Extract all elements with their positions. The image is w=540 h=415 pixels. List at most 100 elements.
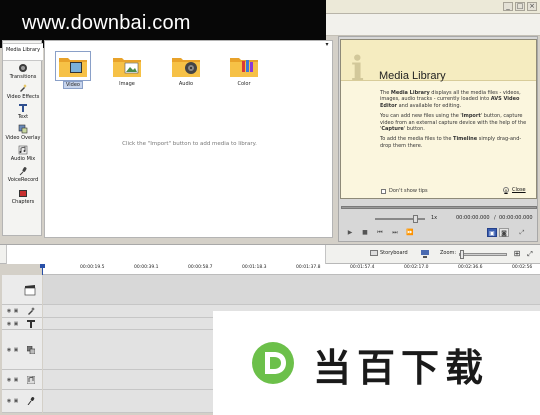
zoom-knob[interactable] <box>460 250 464 259</box>
window-controls: _ □ × <box>503 2 537 11</box>
monitor-icon[interactable]: ▣ <box>487 228 497 237</box>
zoom-slider[interactable] <box>459 253 507 256</box>
media-tile-image[interactable]: Image <box>109 52 145 87</box>
logo-mark-icon <box>252 342 294 384</box>
tip-title: Media Library <box>379 70 446 82</box>
storyboard-label: Storyboard <box>380 250 408 256</box>
play-icon[interactable]: ▶ <box>345 228 355 237</box>
media-tile-label: Color <box>237 81 251 87</box>
fullscreen-icon[interactable]: ⤢ <box>517 228 527 237</box>
voice-record-icon <box>19 167 27 176</box>
tip-text: The <box>380 90 391 96</box>
next-frame-icon[interactable]: ⏭ <box>390 228 400 237</box>
fast-forward-icon[interactable]: ⏩ <box>405 228 415 237</box>
ruler-tick: 00:01:18.3 <box>242 265 267 270</box>
sidebar-item-label: VoiceRecord <box>7 177 39 183</box>
sidebar-item-video-overlay[interactable]: Video Overlay <box>3 124 43 141</box>
tip-text: and available for editing. <box>397 102 462 109</box>
storyboard-toggle[interactable]: Storyboard <box>370 250 408 256</box>
playhead[interactable] <box>42 266 43 275</box>
sidebar-item-audio-mix[interactable]: Audio Mix <box>3 145 43 162</box>
media-tile-video[interactable]: Video <box>55 51 91 89</box>
media-library-panel: ▾ Video Image Audio Color Click the "Imp… <box>44 40 333 238</box>
eye-icon[interactable]: ◉ <box>6 321 12 327</box>
track-header-video <box>2 275 42 305</box>
media-tile-label: Image <box>119 81 135 87</box>
snapshot-icon[interactable]: ◙ <box>499 228 509 237</box>
ruler-tick: 00:02:36.6 <box>458 265 483 270</box>
tip-text-bold: Timeline <box>453 136 478 143</box>
ruler-tick: 00:00:19.5 <box>80 265 105 270</box>
sidebar-item-text[interactable]: Text <box>3 103 43 120</box>
sidebar-item-label: Transitions <box>9 74 37 80</box>
maximize-button[interactable]: □ <box>515 2 525 11</box>
timeline-view-icon[interactable] <box>420 249 430 259</box>
volume-knob[interactable] <box>413 215 418 223</box>
track-header-effects: ◉ ▣ <box>2 305 42 318</box>
sidebar-item-chapters[interactable]: Chapters <box>3 188 43 205</box>
transport-controls: ▶ ■ ⏮ ⏭ ⏩ ▣ ◙ ⤢ <box>341 227 537 239</box>
close-window-button[interactable]: × <box>527 2 537 11</box>
lock-icon[interactable]: ▣ <box>13 398 19 404</box>
minimize-button[interactable]: _ <box>503 2 513 11</box>
track-lane-video[interactable] <box>43 275 540 305</box>
time-separator: / <box>494 215 496 221</box>
close-tip-link[interactable]: × Close <box>503 187 526 193</box>
zoom-label: Zoom: <box>440 250 457 256</box>
tip-paragraph: You can add new files using the 'Import '… <box>380 113 528 132</box>
close-tip-label: Close <box>512 187 526 193</box>
video-overlay-icon <box>18 124 28 134</box>
media-tile-color[interactable]: Color <box>226 52 262 87</box>
sidebar-item-label: Video Effects <box>6 94 40 100</box>
media-tile-audio[interactable]: Audio <box>168 52 204 87</box>
close-icon: × <box>503 187 509 193</box>
lock-icon[interactable]: ▣ <box>13 321 19 327</box>
dont-show-tips-checkbox[interactable]: Don't show tips <box>381 188 428 194</box>
lock-icon[interactable]: ▣ <box>13 377 19 383</box>
eye-icon[interactable]: ◉ <box>6 398 12 404</box>
sidebar-item-transitions[interactable]: Transitions <box>3 63 43 80</box>
media-tile-label: Video <box>62 81 83 89</box>
chapters-icon <box>19 190 27 197</box>
sidebar-item-label: Video Overlay <box>5 135 41 141</box>
previous-frame-icon[interactable]: ⏮ <box>375 228 385 237</box>
seek-bar[interactable] <box>341 206 537 209</box>
total-time: 00:00:00.000 <box>499 215 533 221</box>
info-icon: i <box>351 49 364 89</box>
timeline-tab[interactable] <box>6 245 326 264</box>
import-hint: Click the "Import" button to add media t… <box>122 141 257 147</box>
lock-icon[interactable]: ▣ <box>13 347 19 353</box>
expand-icon[interactable]: ⤢ <box>525 249 535 259</box>
sidebar: Media Library Transitions Video Effects … <box>2 40 43 236</box>
zoom-fit-icon[interactable]: ⊞ <box>512 249 522 259</box>
tip-text-bold: Import <box>461 113 481 120</box>
audio-track-icon <box>27 375 35 384</box>
audio-folder-icon <box>172 58 200 77</box>
transitions-icon <box>19 64 27 72</box>
storyboard-icon <box>370 250 378 256</box>
sidebar-item-label: Chapters <box>11 199 35 205</box>
chevron-down-icon[interactable]: ▾ <box>323 41 331 50</box>
text-track-icon <box>27 319 35 328</box>
eye-icon[interactable]: ◉ <box>6 347 12 353</box>
sidebar-item-media-library[interactable]: Media Library <box>3 43 43 61</box>
checkbox-icon <box>381 188 386 194</box>
effects-track-icon <box>28 307 35 315</box>
timeline-ruler[interactable]: 00:00:19.5 00:00:39.1 00:00:58.7 00:01:1… <box>42 264 540 275</box>
ruler-tick: 00:01:37.8 <box>296 265 321 270</box>
tip-paragraph: To add the media files to the Timeline s… <box>380 136 528 149</box>
audio-mix-icon <box>18 145 28 155</box>
lock-icon[interactable]: ▣ <box>13 308 19 314</box>
sidebar-item-label: Media Library <box>5 47 41 53</box>
eye-icon[interactable]: ◉ <box>6 377 12 383</box>
stop-icon[interactable]: ■ <box>360 228 370 237</box>
sidebar-item-video-effects[interactable]: Video Effects <box>3 83 43 100</box>
tip-text-bold: Media Library <box>390 90 430 96</box>
image-folder-icon <box>113 58 141 77</box>
sidebar-item-voice-record[interactable]: VoiceRecord <box>3 166 43 183</box>
seek-row <box>341 204 537 211</box>
dont-show-tips-label: Don't show tips <box>389 188 428 194</box>
color-folder-icon <box>230 58 258 77</box>
ruler-tick: 00:00:58.7 <box>188 265 213 270</box>
eye-icon[interactable]: ◉ <box>6 308 12 314</box>
